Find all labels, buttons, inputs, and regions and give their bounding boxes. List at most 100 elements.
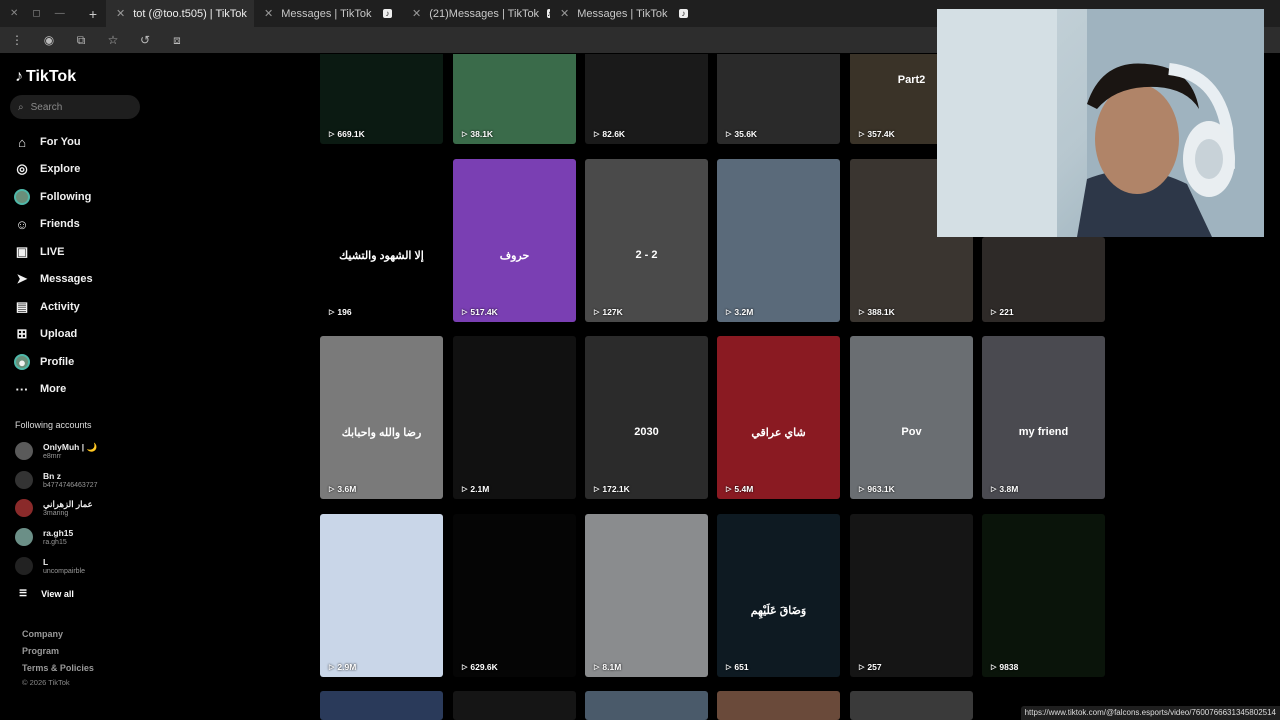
tab-close-icon[interactable]: ✕ xyxy=(116,7,125,20)
nav-item-messages[interactable]: ➤ Messages xyxy=(14,269,93,289)
tiktok-favicon-icon: ♪ xyxy=(679,9,688,18)
browser-tab[interactable]: ✕tot (@too.t505) | TikTok♪ xyxy=(106,0,254,27)
video-card[interactable] xyxy=(717,691,840,720)
nav-item-profile[interactable]: ● Profile xyxy=(14,352,74,372)
view-count-value: 82.6K xyxy=(602,129,626,139)
translate-icon[interactable]: ⧈ xyxy=(170,33,184,48)
view-count: ▷ 38.1K xyxy=(462,129,493,139)
video-card[interactable]: ▷ 9838 xyxy=(982,514,1105,677)
nav-label: Profile xyxy=(40,356,75,368)
history-icon[interactable]: ↺ xyxy=(138,33,152,47)
window-maximize-icon[interactable]: ◻ xyxy=(32,8,40,19)
video-card[interactable]: إلا الشهود والتشيك ▷ 196 xyxy=(320,159,443,322)
tab-close-icon[interactable]: ✕ xyxy=(560,7,569,20)
tab-close-icon[interactable]: ✕ xyxy=(412,7,421,20)
play-icon: ▷ xyxy=(859,309,865,316)
video-card[interactable]: 2 - 2 ▷ 127K xyxy=(585,159,708,322)
window-close-icon[interactable]: ✕ xyxy=(10,8,18,19)
account-id: uncompairble xyxy=(43,567,86,575)
play-icon: ▷ xyxy=(859,486,865,493)
video-card[interactable]: ▷ 629.6K xyxy=(453,514,576,677)
view-count-value: 669.1K xyxy=(337,129,365,139)
play-icon: ▷ xyxy=(462,131,468,138)
footer-link[interactable]: Terms & Policies xyxy=(22,663,94,673)
window-minimize-icon[interactable]: — xyxy=(55,8,65,19)
nav-item-for-you[interactable]: ⌂ For You xyxy=(14,132,80,152)
video-card[interactable]: وَضَاقَ عَلَيْهِم ▷ 651 xyxy=(717,514,840,677)
play-icon: ▷ xyxy=(329,664,335,671)
following-avatar-icon xyxy=(14,189,30,205)
play-icon: ▷ xyxy=(329,131,335,138)
play-icon: ▷ xyxy=(594,664,600,671)
account-name: Bn z xyxy=(43,470,61,481)
video-card[interactable]: ▷ 35.6K xyxy=(717,54,840,144)
copyright: © 2026 TikTok xyxy=(22,678,70,687)
video-card[interactable]: شاي عراقي ▷ 5.4M xyxy=(717,336,840,499)
list-icon: ☰ xyxy=(19,588,28,598)
browser-tab[interactable]: ✕ Messages | TikTok ♪ xyxy=(254,0,402,27)
view-count: ▷ 35.6K xyxy=(726,129,757,139)
play-icon: ▷ xyxy=(859,131,865,138)
nav-item-friends[interactable]: ☺ Friends xyxy=(14,214,79,234)
video-card[interactable]: ▷ 3.2M xyxy=(717,159,840,322)
nav-label: More xyxy=(40,383,67,395)
view-count: ▷ 388.1K xyxy=(859,307,895,317)
view-count-value: 257 xyxy=(867,662,882,672)
video-card[interactable]: ▷ 221 xyxy=(982,237,1105,322)
account-name: عمار الزهراني xyxy=(43,498,93,509)
menu-dots-icon[interactable]: ⋮ xyxy=(10,33,24,47)
view-count-value: 221 xyxy=(999,307,1014,317)
bookmark-star-icon[interactable]: ☆ xyxy=(106,33,120,47)
video-card[interactable]: ▷ 82.6K xyxy=(585,54,708,144)
following-account[interactable]: Bn z b4774746463727 xyxy=(15,469,98,491)
tab-close-icon[interactable]: ✕ xyxy=(264,7,273,20)
view-count: ▷ 517.4K xyxy=(462,307,498,317)
video-card[interactable]: ▷ 38.1K xyxy=(453,54,576,144)
video-card[interactable]: ▷ 8.1M xyxy=(585,514,708,677)
video-card[interactable] xyxy=(453,691,576,720)
new-tab-button[interactable]: + xyxy=(80,6,106,22)
browser-tab[interactable]: ✕ Messages | TikTok ♪ xyxy=(550,0,698,27)
following-account[interactable]: عمار الزهراني 3maring xyxy=(15,497,93,519)
footer-link[interactable]: Program xyxy=(22,646,59,656)
view-count: ▷ 963.1K xyxy=(859,484,895,494)
nav-item-upload[interactable]: ⊞ Upload xyxy=(14,324,78,344)
view-count-value: 388.1K xyxy=(867,307,895,317)
nav-item-explore[interactable]: ◎ Explore xyxy=(14,159,80,179)
view-count-value: 963.1K xyxy=(867,484,895,494)
video-card[interactable]: ▷ 669.1K xyxy=(320,54,443,144)
video-card[interactable] xyxy=(585,691,708,720)
video-card[interactable] xyxy=(850,691,973,720)
following-account[interactable]: Luncompairble xyxy=(15,555,85,577)
search-input[interactable]: ⌕ Search xyxy=(10,95,140,119)
account-id: e8mrr xyxy=(43,452,62,460)
view-count: ▷ 669.1K xyxy=(329,129,365,139)
view-count: ▷ 82.6K xyxy=(594,129,625,139)
view-count-value: 517.4K xyxy=(470,307,498,317)
nav-label: Explore xyxy=(40,163,81,175)
view-all-button[interactable]: ☰ View all xyxy=(19,588,74,599)
nav-item-activity[interactable]: ▤ Activity xyxy=(14,297,80,317)
footer-link[interactable]: Company xyxy=(22,629,63,639)
video-card[interactable]: ▷ 2.1M xyxy=(453,336,576,499)
video-card[interactable]: my friend ▷ 3.8M xyxy=(982,336,1105,499)
following-account[interactable]: ra.gh15 ra.gh15 xyxy=(15,526,73,548)
profile-icon[interactable]: ◉ xyxy=(42,33,56,47)
tiktok-logo[interactable]: ♪ TikTok xyxy=(15,68,76,86)
window-controls: ✕ ◻ — xyxy=(0,8,80,19)
video-card[interactable]: حروف ▷ 517.4K xyxy=(453,159,576,322)
view-count-value: 2.9M xyxy=(337,662,357,672)
video-card[interactable]: ▷ 2.9M xyxy=(320,514,443,677)
video-card[interactable]: 2030 ▷ 172.1K xyxy=(585,336,708,499)
nav-item-following[interactable]: Following xyxy=(14,187,91,207)
nav-item-live[interactable]: ▣ LIVE xyxy=(14,242,65,262)
video-card[interactable]: ▷ 257 xyxy=(850,514,973,677)
browser-tab[interactable]: ✕ (21)Messages | TikTok ♪ xyxy=(402,0,550,27)
nav-item-more[interactable]: ··· More xyxy=(14,379,67,399)
avatar xyxy=(15,499,33,517)
video-card[interactable]: رضا والله واحبابك ▷ 3.6M xyxy=(320,336,443,499)
video-card[interactable]: Pov ▷ 963.1K xyxy=(850,336,973,499)
video-card[interactable] xyxy=(320,691,443,720)
extensions-icon[interactable]: ⧉ xyxy=(74,33,88,48)
following-account[interactable]: OnlyMuh | 🌙 e8mrr xyxy=(15,440,97,462)
